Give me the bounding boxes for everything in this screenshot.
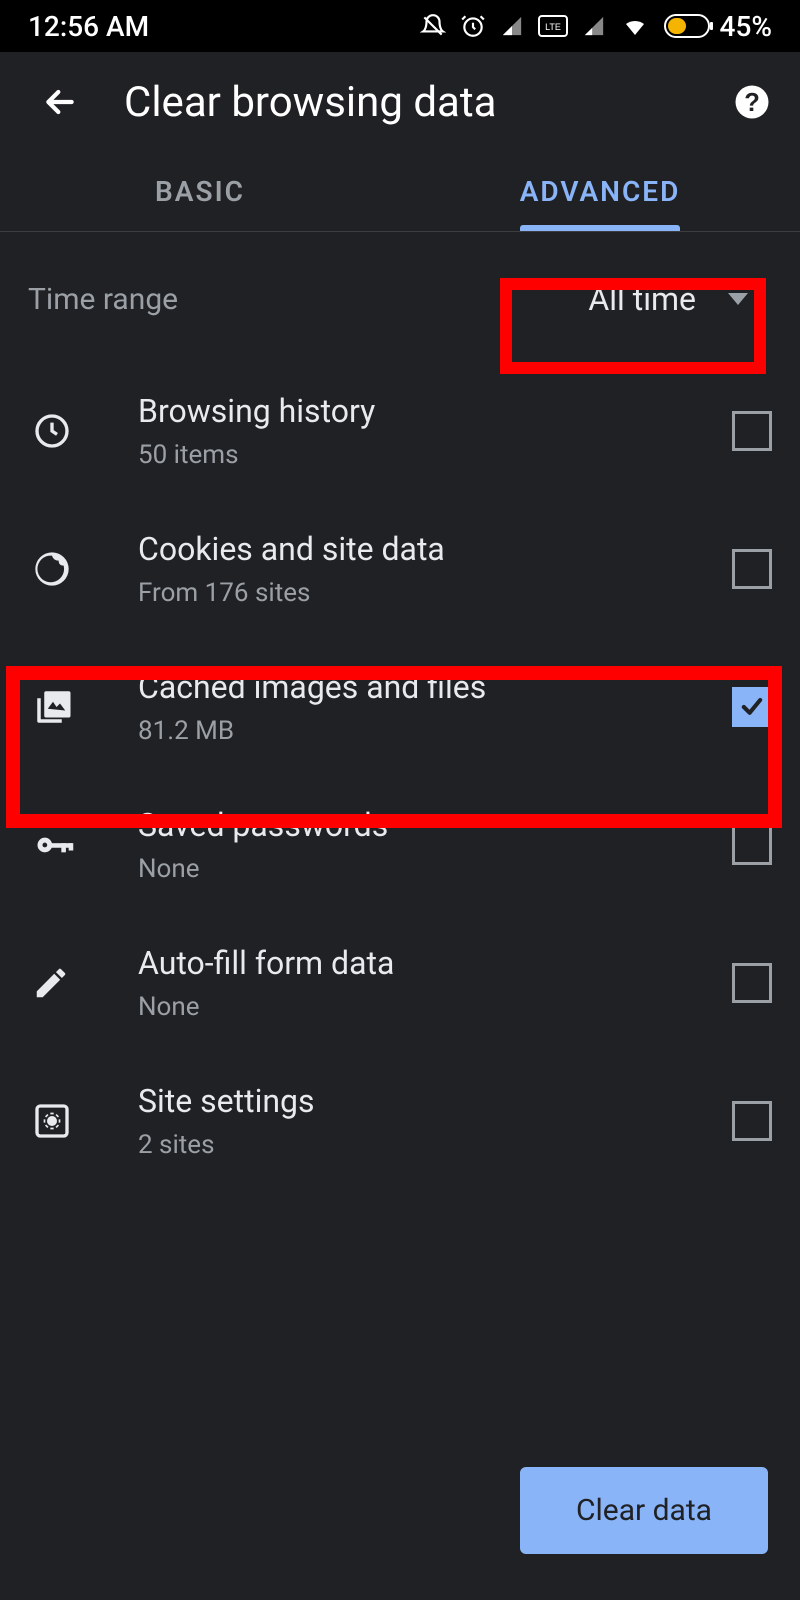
svg-text:?: ? — [744, 89, 760, 117]
checkbox-cookies[interactable] — [732, 549, 772, 589]
tab-advanced[interactable]: ADVANCED — [400, 152, 800, 231]
site-settings-icon — [32, 1101, 72, 1141]
option-saved-passwords[interactable]: Saved passwords None — [0, 776, 800, 914]
clear-data-button[interactable]: Clear data — [520, 1467, 768, 1554]
option-subtitle: None — [138, 992, 732, 1022]
option-title: Auto-fill form data — [138, 944, 732, 982]
checkbox-passwords[interactable] — [732, 825, 772, 865]
status-bar: 12:56 AM LTE 45% — [0, 0, 800, 52]
checkbox-autofill[interactable] — [732, 963, 772, 1003]
option-subtitle: 81.2 MB — [138, 716, 732, 746]
option-browsing-history[interactable]: Browsing history 50 items — [0, 362, 800, 500]
battery-percent: 45% — [720, 10, 772, 43]
option-cookies[interactable]: Cookies and site data From 176 sites — [0, 500, 800, 638]
help-icon: ? — [734, 84, 770, 120]
option-subtitle: From 176 sites — [138, 578, 732, 608]
checkbox-cached-images[interactable] — [732, 687, 772, 727]
pencil-icon — [32, 964, 70, 1002]
option-subtitle: 50 items — [138, 440, 732, 470]
battery-icon — [664, 14, 714, 38]
status-time: 12:56 AM — [28, 10, 149, 43]
images-icon — [32, 686, 74, 728]
history-icon — [32, 411, 72, 451]
status-icons: LTE 45% — [420, 10, 772, 43]
time-range-label: Time range — [28, 282, 564, 317]
checkbox-site-settings[interactable] — [732, 1101, 772, 1141]
chevron-down-icon — [728, 293, 748, 305]
option-title: Saved passwords — [138, 806, 732, 844]
time-range-row: Time range All time — [0, 232, 800, 362]
signal-icon-2 — [582, 15, 606, 37]
tab-basic[interactable]: BASIC — [0, 152, 400, 231]
notifications-off-icon — [420, 13, 446, 39]
option-title: Cookies and site data — [138, 530, 732, 568]
option-title: Site settings — [138, 1082, 732, 1120]
option-site-settings[interactable]: Site settings 2 sites — [0, 1052, 800, 1190]
alarm-icon — [460, 13, 486, 39]
app-bar: Clear browsing data ? — [0, 52, 800, 152]
checkbox-browsing-history[interactable] — [732, 411, 772, 451]
time-range-dropdown[interactable]: All time — [564, 268, 772, 330]
options-list: Browsing history 50 items Cookies and si… — [0, 362, 800, 1190]
option-subtitle: None — [138, 854, 732, 884]
option-autofill[interactable]: Auto-fill form data None — [0, 914, 800, 1052]
key-icon — [32, 823, 76, 867]
option-title: Cached images and files — [138, 668, 732, 706]
time-range-value: All time — [588, 280, 696, 318]
tabs: BASIC ADVANCED — [0, 152, 800, 232]
tab-advanced-label: ADVANCED — [520, 175, 681, 208]
option-cached-images[interactable]: Cached images and files 81.2 MB — [0, 638, 800, 776]
volte-icon: LTE — [538, 15, 568, 37]
help-button[interactable]: ? — [728, 78, 776, 126]
back-button[interactable] — [36, 78, 84, 126]
tab-basic-label: BASIC — [155, 175, 245, 208]
signal-icon — [500, 15, 524, 37]
wifi-icon — [620, 14, 650, 38]
option-title: Browsing history — [138, 392, 732, 430]
clear-data-label: Clear data — [576, 1493, 712, 1528]
cookie-icon — [32, 549, 72, 589]
page-title: Clear browsing data — [124, 78, 688, 127]
back-arrow-icon — [40, 82, 80, 122]
option-subtitle: 2 sites — [138, 1130, 732, 1160]
svg-text:LTE: LTE — [545, 22, 561, 32]
